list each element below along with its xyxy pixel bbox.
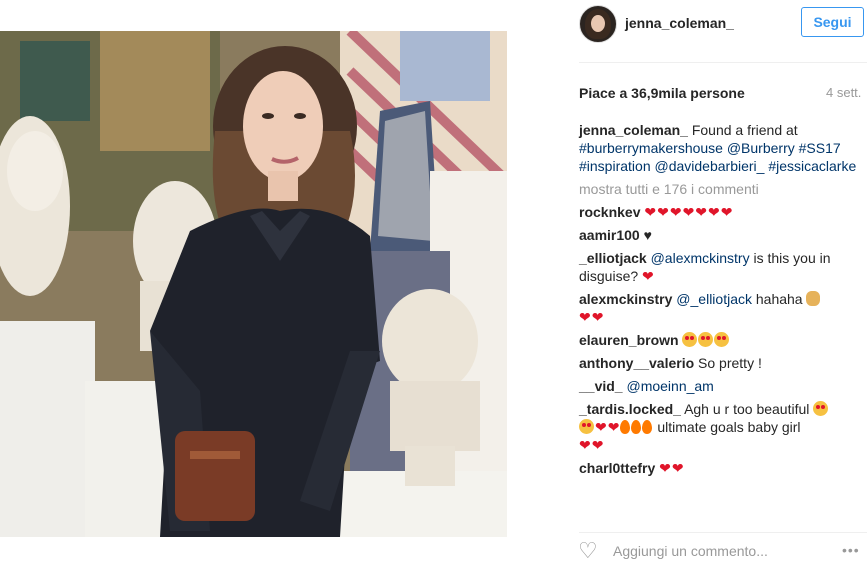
comment-mention[interactable]: @_elliotjack xyxy=(676,291,752,307)
comment-mention[interactable]: @moeinn_am xyxy=(626,378,713,394)
follow-button[interactable]: Segui xyxy=(801,7,864,37)
fire-emoji-icon xyxy=(620,420,631,434)
add-comment-input[interactable]: Aggiungi un commento... xyxy=(613,543,768,559)
username-link[interactable]: jenna_coleman_ xyxy=(625,15,734,31)
comment-username[interactable]: __vid_ xyxy=(579,378,623,394)
caption-text: Found a friend at xyxy=(691,122,798,138)
comments-list: jenna_coleman_ Found a friend at #burber… xyxy=(579,121,867,482)
post-sidebar: jenna_coleman_ Segui Piace a 36,9mila pe… xyxy=(567,0,867,567)
show-all-comments-link[interactable]: mostra tutti e 176 i commenti xyxy=(579,180,867,198)
heart-emoji: ❤❤ xyxy=(595,419,621,435)
heart-emoji: ❤❤ xyxy=(659,460,685,476)
heart-emoji: ❤❤❤❤❤❤❤ xyxy=(644,204,734,220)
heart-eyes-emoji-icon xyxy=(682,332,698,347)
comment-mention[interactable]: @alexmckinstry xyxy=(651,250,750,266)
comment: _elliotjack @alexmckinstry is this you i… xyxy=(579,249,867,285)
comment: charl0ttefry ❤❤ xyxy=(579,459,867,477)
comment-username[interactable]: anthony__valerio xyxy=(579,355,694,371)
comment-username[interactable]: aamir100 xyxy=(579,227,640,243)
caption-tags[interactable]: #burberrymakershouse @Burberry #SS17 #in… xyxy=(579,140,856,174)
heart-eyes-emoji-icon xyxy=(579,419,594,434)
heart-emoji: ❤❤ xyxy=(579,437,605,453)
post-photo[interactable] xyxy=(0,31,507,537)
heart-emoji: ❤❤ xyxy=(579,309,605,325)
comment: aamir100 ♥ xyxy=(579,226,867,244)
comment-text: So pretty ! xyxy=(698,355,762,371)
post-header: jenna_coleman_ Segui xyxy=(567,0,867,62)
comment: anthony__valerio So pretty ! xyxy=(579,354,867,372)
comment: __vid_ @moeinn_am xyxy=(579,377,867,395)
woman-emoji-icon xyxy=(806,291,821,306)
comment: elauren_brown xyxy=(579,331,867,349)
comment-username[interactable]: alexmckinstry xyxy=(579,291,672,307)
comment-text: ultimate goals baby girl xyxy=(657,419,801,435)
comment-username[interactable]: elauren_brown xyxy=(579,332,679,348)
heart-eyes-emoji-icon xyxy=(698,332,714,347)
caption-username[interactable]: jenna_coleman_ xyxy=(579,122,688,138)
divider xyxy=(579,62,867,63)
fire-emoji-icon xyxy=(631,420,642,434)
fire-emoji-icon xyxy=(642,420,653,434)
comment: alexmckinstry @_elliotjack hahaha ❤❤ xyxy=(579,290,867,326)
comment-text: Agh u r too beautiful xyxy=(684,401,810,417)
comment-text: ♥ xyxy=(643,227,652,243)
heart-eyes-emoji-icon xyxy=(813,401,829,416)
avatar[interactable] xyxy=(579,5,617,43)
caption: jenna_coleman_ Found a friend at #burber… xyxy=(579,121,867,175)
comment: rocknkev ❤❤❤❤❤❤❤ xyxy=(579,203,867,221)
heart-emoji: ❤ xyxy=(642,268,655,284)
heart-outline-icon[interactable]: ♡ xyxy=(578,540,598,562)
comment-username[interactable]: _elliotjack xyxy=(579,250,647,266)
comment-username[interactable]: charl0ttefry xyxy=(579,460,655,476)
comment-footer: ♡ Aggiungi un commento... ••• xyxy=(567,534,867,567)
heart-eyes-emoji-icon xyxy=(714,332,730,347)
comment-username[interactable]: _tardis.locked_ xyxy=(579,401,681,417)
comment-text: hahaha xyxy=(755,291,803,307)
post-time[interactable]: 4 sett. xyxy=(826,85,861,100)
comment: _tardis.locked_ Agh u r too beautiful ❤❤… xyxy=(579,400,867,454)
comment-username[interactable]: rocknkev xyxy=(579,204,640,220)
divider xyxy=(579,532,867,533)
likes-count[interactable]: Piace a 36,9mila persone xyxy=(579,85,745,101)
more-dots-icon[interactable]: ••• xyxy=(842,542,860,558)
